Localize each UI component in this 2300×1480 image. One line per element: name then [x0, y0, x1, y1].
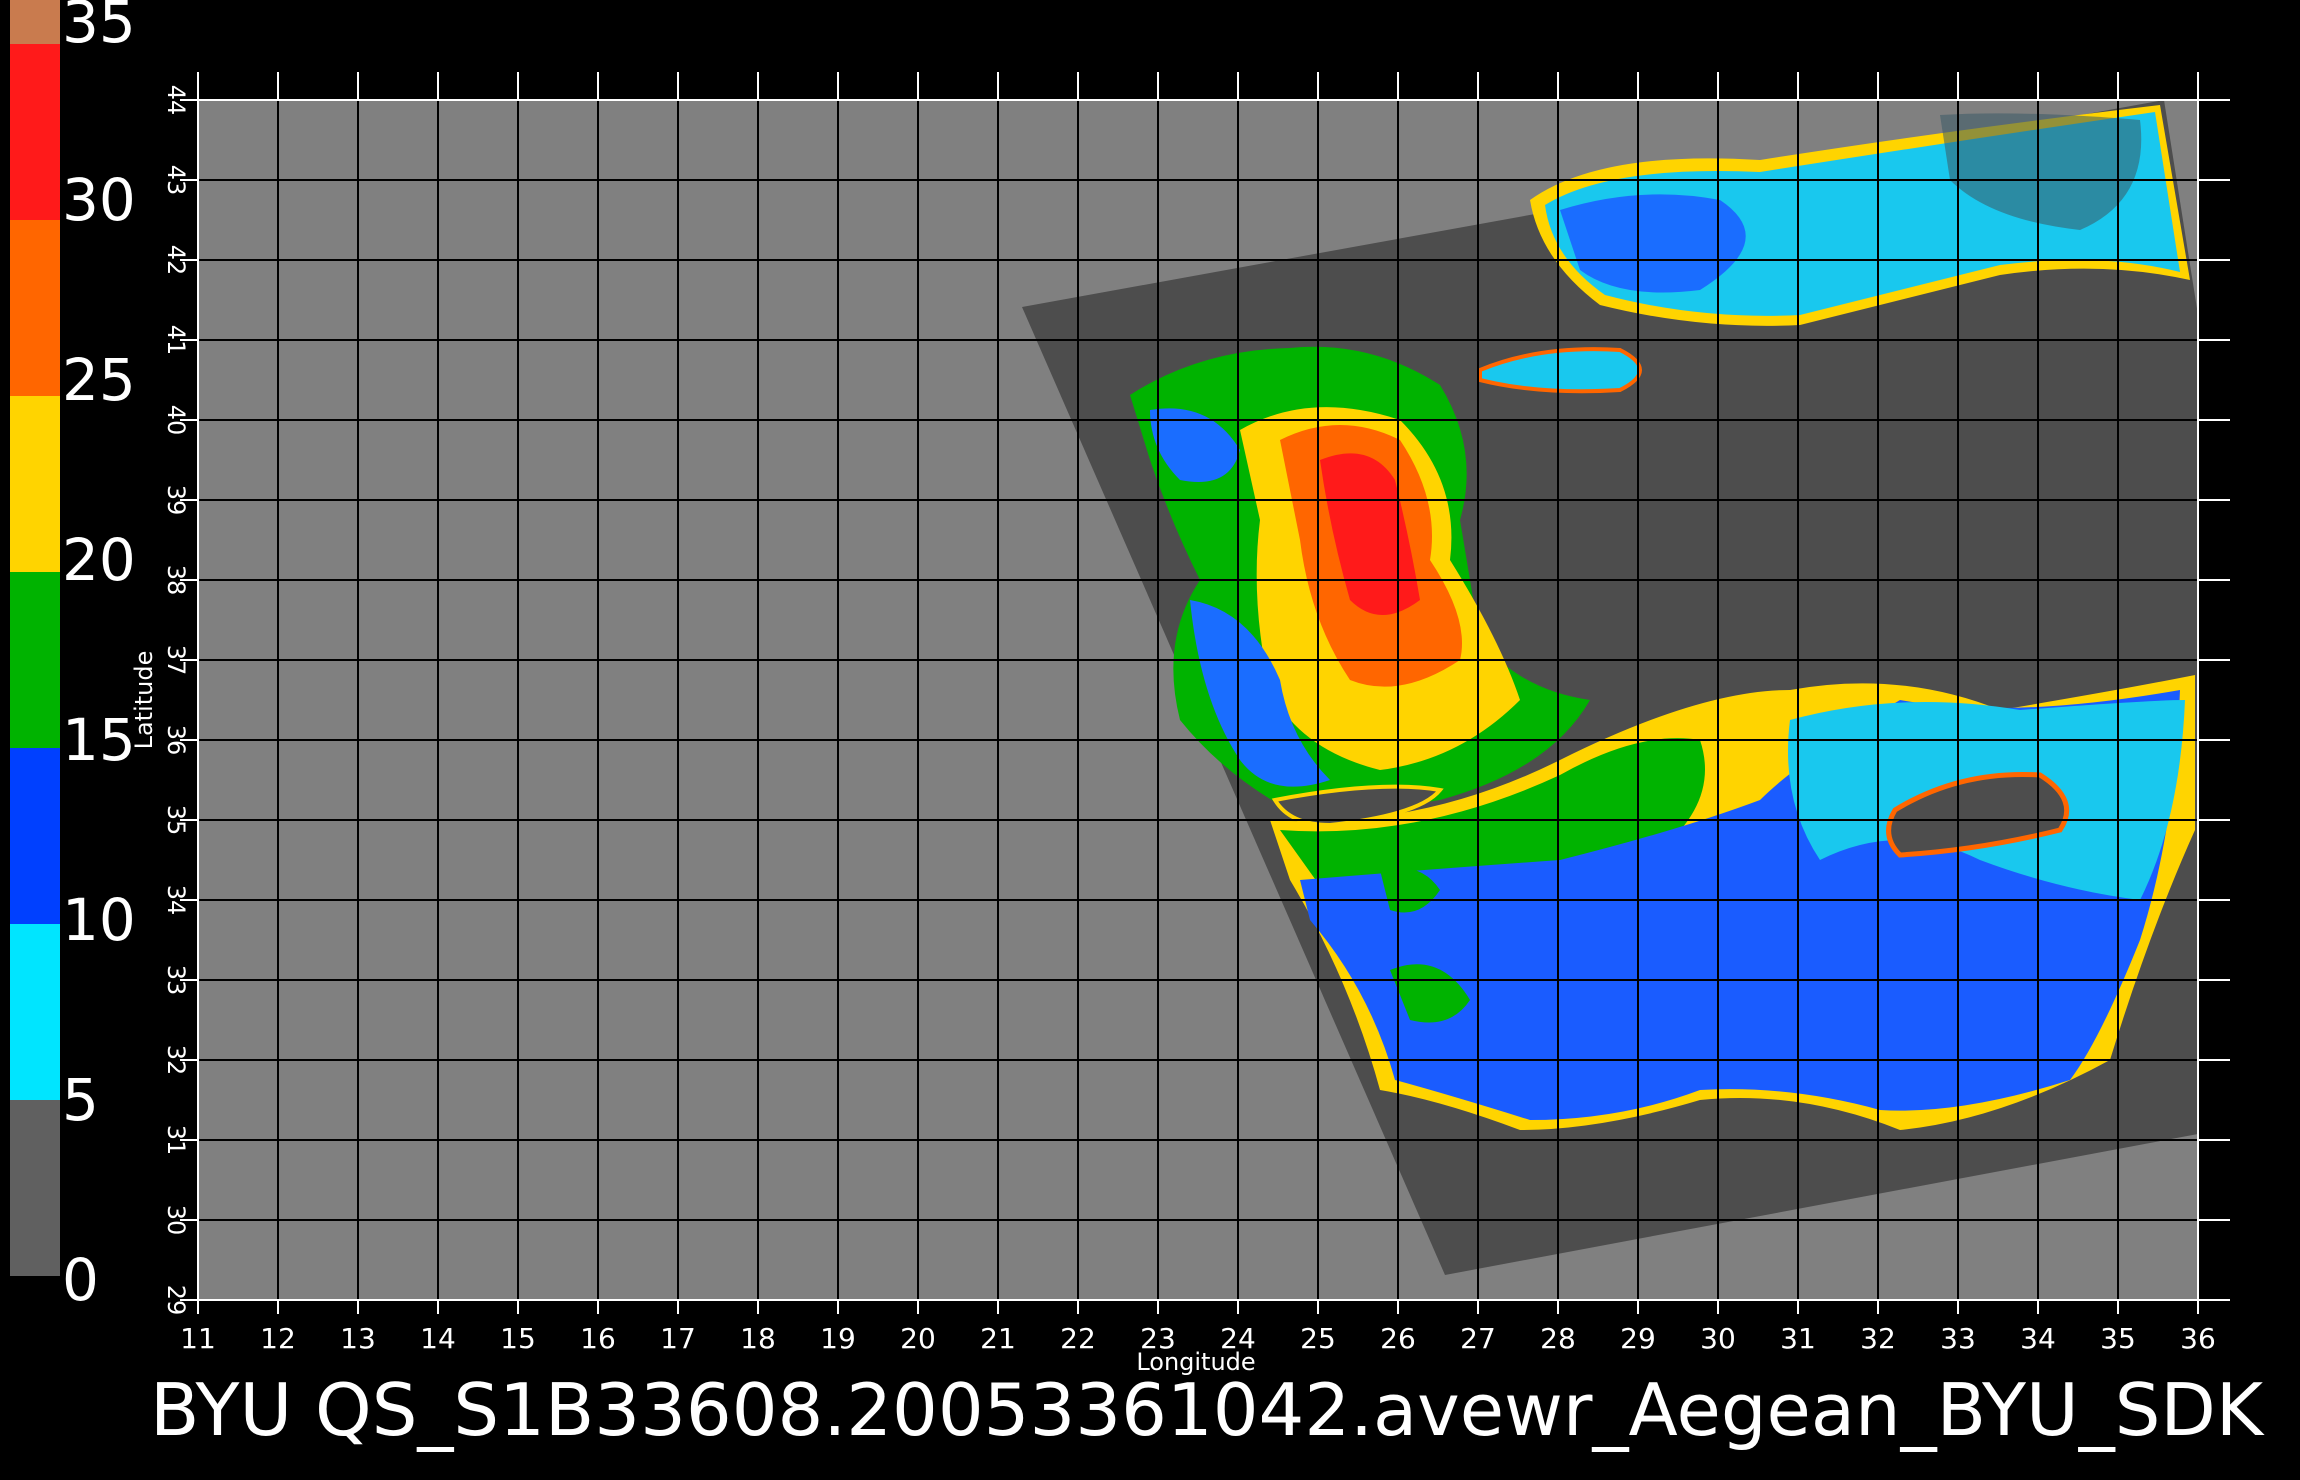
x-tick-label: 30 — [1700, 1322, 1736, 1355]
colorbar-label-5: 5 — [62, 1066, 99, 1134]
y-tick-label: 35 — [162, 805, 190, 836]
x-tick-label: 33 — [1940, 1322, 1976, 1355]
x-tick-label: 17 — [660, 1322, 696, 1355]
y-tick-label: 43 — [162, 165, 190, 196]
y-tick-label: 32 — [162, 1045, 190, 1076]
colorbar-seg-15 — [10, 572, 60, 748]
y-tick-label: 29 — [162, 1285, 190, 1316]
colorbar-seg-30 — [10, 44, 60, 220]
colorbar-label-30: 30 — [62, 166, 136, 234]
y-tick-label: 42 — [162, 245, 190, 276]
x-tick-label: 18 — [740, 1322, 776, 1355]
colorbar-label-10: 10 — [62, 886, 136, 954]
y-tick-label: 31 — [162, 1125, 190, 1156]
x-tick-label: 28 — [1540, 1322, 1576, 1355]
wind-map-figure: 35 30 25 20 15 10 5 0 11 12 13 14 15 16 … — [10, 0, 2265, 1452]
colorbar-label-20: 20 — [62, 526, 136, 594]
colorbar-seg-35 — [10, 0, 60, 44]
x-tick-label: 12 — [260, 1322, 296, 1355]
x-tick-label: 13 — [340, 1322, 376, 1355]
x-tick-label: 26 — [1380, 1322, 1416, 1355]
x-tick-label: 20 — [900, 1322, 936, 1355]
colorbar-label-15: 15 — [62, 706, 136, 774]
y-tick-label: 34 — [162, 885, 190, 916]
x-tick-label: 14 — [420, 1322, 456, 1355]
figure-title: BYU QS_S1B33608.20053361042.avewr_Aegean… — [150, 1368, 2265, 1452]
colorbar-seg-25 — [10, 220, 60, 396]
x-tick-label: 34 — [2020, 1322, 2056, 1355]
colorbar-label-25: 25 — [62, 346, 136, 414]
y-tick-label: 40 — [162, 405, 190, 436]
x-tick-label: 11 — [180, 1322, 216, 1355]
x-tick-label: 15 — [500, 1322, 536, 1355]
y-tick-label: 44 — [162, 85, 190, 116]
x-tick-label: 19 — [820, 1322, 856, 1355]
colorbar-seg-5 — [10, 924, 60, 1100]
x-tick-label: 16 — [580, 1322, 616, 1355]
y-axis-label: Latitude — [130, 651, 158, 750]
y-tick-label: 30 — [162, 1205, 190, 1236]
x-tick-label: 36 — [2180, 1322, 2216, 1355]
y-tick-label: 36 — [162, 725, 190, 756]
colorbar-seg-20 — [10, 396, 60, 572]
colorbar-label-35: 35 — [62, 0, 136, 56]
x-tick-label: 25 — [1300, 1322, 1336, 1355]
x-tick-label: 32 — [1860, 1322, 1896, 1355]
x-tick-label: 35 — [2100, 1322, 2136, 1355]
x-tick-label: 31 — [1780, 1322, 1816, 1355]
x-tick-label: 22 — [1060, 1322, 1096, 1355]
colorbar-seg-0 — [10, 1100, 60, 1276]
y-tick-label: 41 — [162, 325, 190, 356]
colorbar: 35 30 25 20 15 10 5 0 — [10, 0, 136, 1314]
plot-area — [197, 99, 2199, 1301]
colorbar-label-0: 0 — [62, 1246, 99, 1314]
x-tick-label: 27 — [1460, 1322, 1496, 1355]
y-tick-label: 39 — [162, 485, 190, 516]
y-tick-label: 37 — [162, 645, 190, 676]
x-tick-label: 29 — [1620, 1322, 1656, 1355]
x-tick-label: 21 — [980, 1322, 1016, 1355]
colorbar-seg-10 — [10, 748, 60, 924]
y-tick-label: 33 — [162, 965, 190, 996]
y-tick-label: 38 — [162, 565, 190, 596]
